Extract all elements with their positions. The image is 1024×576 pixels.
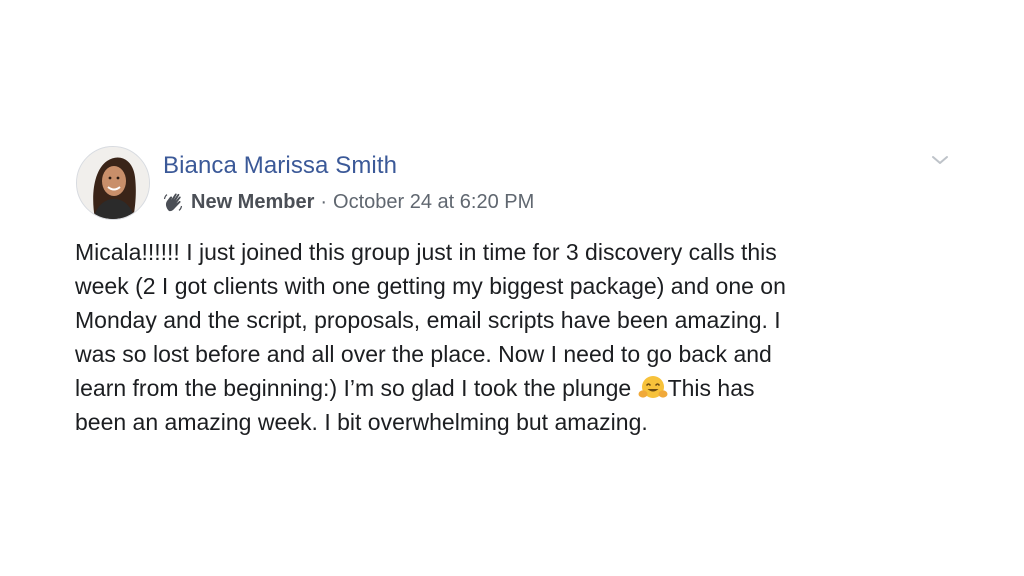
author-name-link[interactable]: Bianca Marissa Smith: [163, 151, 397, 181]
profile-photo-avatar: [77, 147, 149, 219]
post-timestamp[interactable]: October 24 at 6:20 PM: [333, 188, 534, 216]
post-body-line: Micala!!!!!! I just joined this group ju…: [75, 239, 777, 265]
post-body-line: week (2 I got clients with one getting m…: [75, 273, 786, 299]
post-meta: New Member · October 24 at 6:20 PM: [163, 188, 534, 216]
waving-hand-icon: [163, 191, 185, 213]
hugging-face-emoji: [638, 375, 668, 401]
post-body-line: Monday and the script, proposals, email …: [75, 307, 781, 333]
post-body: Micala!!!!!! I just joined this group ju…: [75, 235, 955, 439]
post-body-line: been an amazing week. I bit overwhelming…: [75, 409, 648, 435]
chevron-down-icon[interactable]: [929, 151, 951, 169]
post-body-text: This has: [667, 375, 755, 401]
member-badge-label[interactable]: New Member: [191, 188, 314, 216]
post-body-line: was so lost before and all over the plac…: [75, 341, 772, 367]
post-body-text: learn from the beginning:) I’m so glad I…: [75, 375, 638, 401]
avatar[interactable]: [76, 146, 150, 220]
group-post: Bianca Marissa Smith New Member · Octobe…: [0, 0, 1024, 576]
meta-separator: ·: [320, 191, 328, 213]
post-body-line: learn from the beginning:) I’m so glad I…: [75, 371, 955, 405]
